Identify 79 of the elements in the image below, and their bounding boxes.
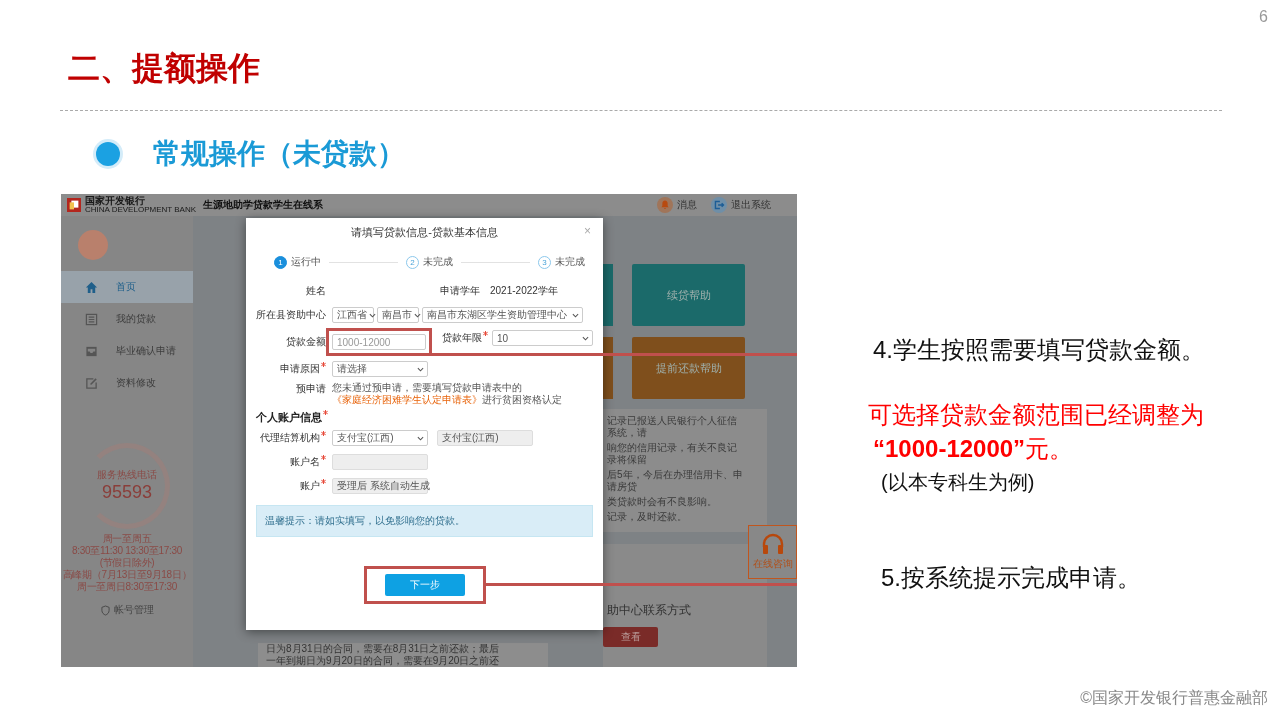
range-value: “1000-12000”元。 bbox=[873, 434, 1075, 464]
bank-name: 国家开发银行 bbox=[85, 196, 145, 206]
step-caption: 4.学生按照需要填写贷款金额。 bbox=[873, 335, 1205, 365]
chevron-down-icon bbox=[414, 312, 421, 318]
tip-alert: 温馨提示：请如实填写，以免影响您的贷款。 bbox=[256, 505, 593, 537]
next-button[interactable]: 下一步 bbox=[384, 574, 465, 596]
step-label: 未完成 bbox=[555, 255, 585, 269]
amount-input[interactable]: 1000-12000 bbox=[332, 334, 426, 350]
header-link[interactable]: 消息 bbox=[677, 198, 697, 212]
field-label: 代理结算机构 bbox=[260, 431, 320, 445]
bell-icon[interactable] bbox=[657, 197, 673, 213]
chevron-down-icon bbox=[582, 335, 589, 341]
home-icon bbox=[85, 280, 98, 294]
sidebar-item[interactable]: 毕业确认申请 bbox=[61, 335, 193, 367]
headset-icon bbox=[760, 533, 785, 555]
close-button[interactable]: × bbox=[582, 224, 593, 238]
tile-edge bbox=[603, 264, 613, 326]
shield-icon bbox=[100, 604, 110, 616]
credit-notice-line: 类贷款时会有不良影响。 bbox=[607, 496, 718, 508]
chevron-down-icon bbox=[572, 312, 579, 318]
field-label: 申请原因 bbox=[280, 362, 320, 376]
section-title: 个人账户信息 bbox=[256, 410, 322, 425]
dropdown[interactable]: 江西省 bbox=[332, 307, 374, 323]
hotline-number: 95593 bbox=[101, 482, 153, 504]
copyright-footer: ©国家开发银行普惠金融部 bbox=[1080, 688, 1268, 709]
sidebar-item[interactable]: 首页 bbox=[61, 271, 193, 303]
contact-title: 助中心联系方式 bbox=[607, 602, 691, 619]
credit-notice-line: 记录，及时还款。 bbox=[607, 511, 688, 523]
step-number: 1 bbox=[274, 255, 287, 269]
dropdown[interactable]: 支付宝(江西) bbox=[332, 430, 428, 446]
header-link[interactable]: 退出系统 bbox=[731, 198, 771, 212]
credit-notice-line: 后5年，今后在办理信用卡、申请房贷 bbox=[607, 469, 743, 493]
slide-title: 二、提额操作 bbox=[68, 49, 260, 88]
tile-edge bbox=[603, 337, 613, 399]
credit-notice-line: 记录已报送人民银行个人征信系统，请 bbox=[607, 415, 738, 439]
pre-application-text: 您未通过预申请，需要填写贷款申请表中的 《家庭经济困难学生认定申请表》进行贫困资格认定 bbox=[332, 382, 563, 406]
field-label: 贷款金额 bbox=[285, 335, 326, 349]
step-label: 运行中 bbox=[291, 255, 321, 269]
dropdown[interactable]: 请选择 bbox=[332, 361, 428, 377]
field-label: 所在县资助中心 bbox=[256, 308, 326, 322]
field-value: 2021-2022学年 bbox=[490, 284, 558, 298]
example-note: (以本专科生为例) bbox=[881, 470, 1036, 495]
field-label: 姓名 bbox=[305, 284, 326, 298]
dropdown[interactable]: 南昌市东湖区学生资助管理中心 bbox=[422, 307, 583, 323]
field-label: 预申请 bbox=[295, 382, 326, 396]
bank-name-english: CHINA DEVELOPMENT BANK bbox=[85, 206, 196, 214]
field-label: 申请学年 bbox=[440, 284, 480, 298]
chevron-down-icon bbox=[369, 312, 376, 318]
edit-icon bbox=[85, 376, 98, 390]
dropdown[interactable]: 南昌市 bbox=[377, 307, 419, 323]
tray-icon bbox=[85, 344, 98, 358]
page-number: 6 bbox=[1259, 8, 1268, 26]
field-label: 账户名 bbox=[290, 455, 320, 469]
range-note: 可选择贷款金额范围已经调整为 bbox=[868, 400, 1205, 430]
list-icon bbox=[85, 312, 98, 326]
bank-logo-icon bbox=[67, 198, 81, 212]
sidebar-item[interactable]: 资料修改 bbox=[61, 367, 193, 399]
view-button[interactable]: 查看 bbox=[603, 627, 658, 647]
help-tile[interactable]: 续贷帮助 bbox=[632, 264, 745, 326]
section-heading: 常规操作（未贷款） bbox=[153, 137, 405, 171]
system-name: 生源地助学贷款学生在线系 bbox=[203, 198, 323, 212]
notice-text-line: 日为8月31日的合同，需要在8月31日之前还款；最后 bbox=[266, 643, 501, 655]
field-label: 账户 bbox=[300, 479, 320, 493]
help-tile[interactable]: 提前还款帮助 bbox=[632, 337, 745, 399]
chevron-down-icon bbox=[417, 366, 424, 372]
step-caption: 5.按系统提示完成申请。 bbox=[881, 563, 1142, 593]
field-label: 贷款年限 bbox=[442, 331, 482, 345]
online-help-label: 在线咨询 bbox=[752, 557, 793, 571]
dialog-title: 请填写贷款信息-贷款基本信息 bbox=[351, 224, 498, 240]
logout-icon[interactable] bbox=[711, 197, 727, 213]
bullet-icon bbox=[96, 142, 120, 166]
dropdown[interactable]: 10 bbox=[492, 330, 593, 346]
chevron-down-icon bbox=[417, 435, 424, 441]
readonly-field: 支付宝(江西) bbox=[437, 430, 533, 446]
avatar bbox=[78, 230, 108, 260]
form-link[interactable]: 《家庭经济困难学生认定申请表》 bbox=[332, 394, 482, 405]
readonly-field: 受理后 系统自动生成 bbox=[332, 478, 428, 494]
credit-notice-line: 响您的信用记录，有关不良记录将保留 bbox=[607, 442, 738, 466]
step-label: 未完成 bbox=[423, 255, 453, 269]
